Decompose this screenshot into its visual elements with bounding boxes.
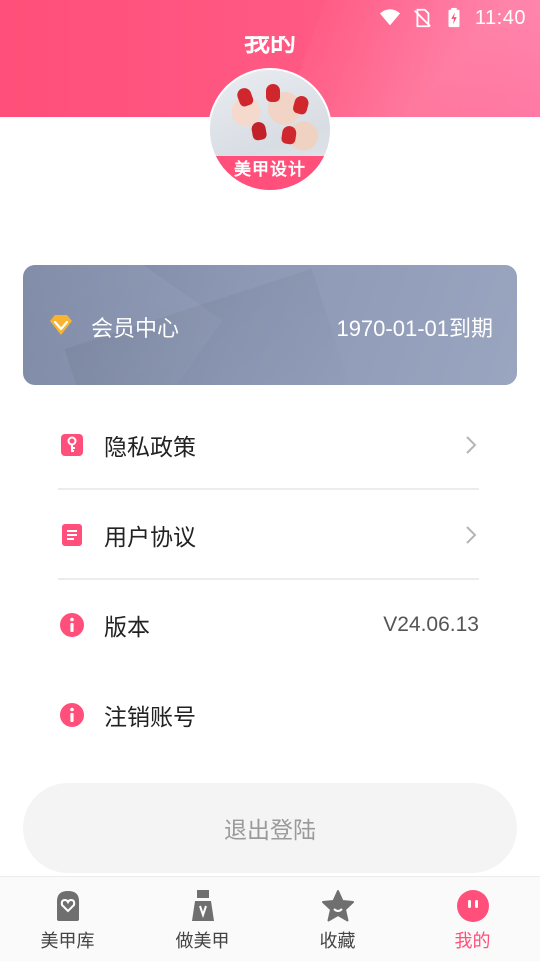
- avatar[interactable]: 美甲设计: [210, 70, 330, 190]
- wifi-icon: [379, 9, 401, 26]
- nav-tab-nail-library[interactable]: 美甲库: [0, 877, 135, 961]
- logout-label: 退出登陆: [224, 818, 316, 844]
- menu-item-label: 版本: [104, 615, 150, 641]
- profile-icon: [456, 890, 489, 922]
- nav-tab-mine[interactable]: 我的: [405, 877, 540, 961]
- chevron-right-icon: [466, 436, 477, 454]
- battery-charging-icon: [448, 7, 460, 28]
- version-number: V24.06.13: [383, 613, 479, 636]
- menu-item-version: 版本 V24.06.13: [58, 580, 479, 670]
- nav-label: 我的: [454, 931, 491, 952]
- member-center-card[interactable]: 会员中心 1970-01-01到期: [23, 265, 517, 385]
- info-icon: [60, 703, 84, 727]
- star-icon: [321, 890, 354, 922]
- nail-library-icon: [56, 891, 79, 921]
- status-bar: 11:40: [0, 0, 540, 36]
- nav-label: 收藏: [319, 931, 356, 952]
- info-icon: [60, 613, 84, 637]
- menu-item-user-agreement[interactable]: 用户协议: [58, 490, 479, 580]
- status-time: 11:40: [474, 6, 526, 29]
- document-icon: [62, 524, 82, 546]
- menu-item-deactivate-account[interactable]: 注销账号: [58, 670, 479, 760]
- nav-label: 美甲库: [40, 931, 95, 952]
- member-center-label: 会员中心: [91, 317, 180, 342]
- member-expiry-date: 1970-01-01到期: [336, 316, 493, 341]
- no-sim-icon: [413, 8, 431, 28]
- logout-button[interactable]: 退出登陆: [23, 783, 517, 873]
- nail-polish-icon: [191, 890, 214, 921]
- avatar-banner: 美甲设计: [210, 156, 330, 190]
- menu-item-label: 注销账号: [104, 705, 196, 731]
- chevron-right-icon: [466, 526, 477, 544]
- privacy-key-icon: [61, 434, 83, 456]
- nav-label: 做美甲: [175, 931, 230, 952]
- nav-tab-favorites[interactable]: 收藏: [270, 877, 405, 961]
- bottom-navigation: 美甲库 做美甲 收藏 我的: [0, 876, 540, 961]
- nail-decoration: [280, 125, 298, 145]
- menu-item-label: 隐私政策: [104, 435, 196, 461]
- menu-item-label: 用户协议: [104, 525, 196, 551]
- menu-item-privacy[interactable]: 隐私政策: [58, 400, 479, 490]
- nail-decoration: [266, 84, 280, 102]
- diamond-icon: [50, 315, 72, 335]
- nav-tab-make-nails[interactable]: 做美甲: [135, 877, 270, 961]
